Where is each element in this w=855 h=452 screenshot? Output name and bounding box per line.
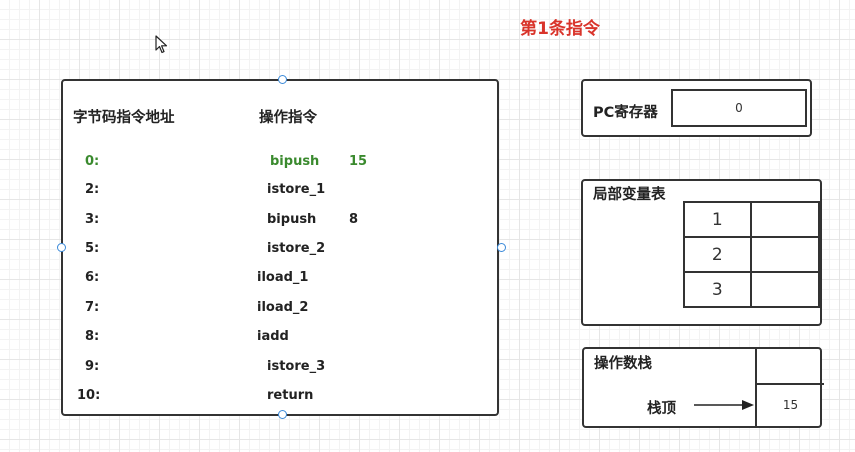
stack-cell-top: 15	[755, 385, 824, 428]
instruction-row-0: 0: bipush 15	[63, 154, 497, 174]
instruction-opcode: iload_2	[257, 300, 309, 315]
local-variable-slot: 1	[683, 201, 821, 238]
instruction-row-9: 9: istore_3	[63, 359, 497, 379]
slot-value	[749, 236, 821, 273]
resize-handle-top[interactable]	[278, 75, 287, 84]
stack-cell	[755, 347, 824, 385]
instruction-address: 10:	[77, 388, 101, 403]
instruction-opcode: bipush	[267, 212, 317, 227]
instruction-address: 5:	[85, 241, 100, 256]
slot-index: 3	[683, 271, 752, 308]
resize-handle-bottom[interactable]	[278, 410, 287, 419]
instruction-row-7: 7: iload_2	[63, 300, 497, 320]
instruction-address: 2:	[85, 182, 100, 197]
header-instruction: 操作指令	[259, 110, 317, 126]
instruction-operand: 8	[349, 212, 359, 227]
instruction-opcode: iload_1	[257, 270, 309, 285]
instruction-address: 0:	[85, 154, 100, 169]
instruction-row-6: 6: iload_1	[63, 270, 497, 290]
instruction-address: 7:	[85, 300, 100, 315]
instruction-row-2: 2: istore_1	[63, 182, 497, 202]
resize-handle-right[interactable]	[497, 243, 506, 252]
instruction-opcode: return	[267, 388, 314, 403]
operand-stack-label: 操作数栈	[594, 356, 652, 372]
instruction-address: 9:	[85, 359, 100, 374]
instruction-opcode: iadd	[257, 329, 289, 344]
instruction-operand: 15	[349, 154, 368, 169]
instruction-opcode: istore_3	[267, 359, 326, 374]
pc-register-panel[interactable]: PC寄存器 0	[581, 79, 812, 137]
operand-stack-cells: 15	[755, 347, 824, 428]
instruction-opcode: istore_1	[267, 182, 326, 197]
instruction-row-10: 10: return	[63, 388, 497, 408]
instruction-address: 3:	[85, 212, 100, 227]
slot-index: 1	[683, 201, 752, 238]
diagram-title: 第1条指令	[520, 19, 600, 39]
instruction-row-8: 8: iadd	[63, 329, 497, 349]
bytecode-panel[interactable]: 字节码指令地址 操作指令 0: bipush 15 2: istore_1 3:…	[57, 75, 506, 419]
arrow-right-icon	[694, 400, 754, 410]
stack-top-label: 栈顶	[647, 401, 676, 417]
instruction-row-3: 3: bipush 8	[63, 212, 497, 232]
local-variable-slot: 3	[683, 271, 821, 308]
pc-register-label: PC寄存器	[593, 105, 658, 121]
slot-index: 2	[683, 236, 752, 273]
instruction-row-5: 5: istore_2	[63, 241, 497, 261]
pc-register-value: 0	[671, 89, 807, 127]
slot-value	[749, 201, 821, 238]
instruction-address: 6:	[85, 270, 100, 285]
header-address: 字节码指令地址	[73, 110, 175, 126]
instruction-address: 8:	[85, 329, 100, 344]
operand-stack-panel[interactable]: 操作数栈 栈顶 15	[582, 347, 824, 428]
local-variable-table-panel[interactable]: 局部变量表 1 2 3	[581, 179, 822, 326]
slot-value	[749, 271, 821, 308]
instruction-opcode: bipush	[270, 154, 320, 169]
mouse-cursor-icon	[155, 35, 168, 54]
instruction-opcode: istore_2	[267, 241, 326, 256]
local-variable-table-label: 局部变量表	[593, 187, 666, 203]
local-variable-slot: 2	[683, 236, 821, 273]
local-variable-slots: 1 2 3	[683, 201, 821, 308]
